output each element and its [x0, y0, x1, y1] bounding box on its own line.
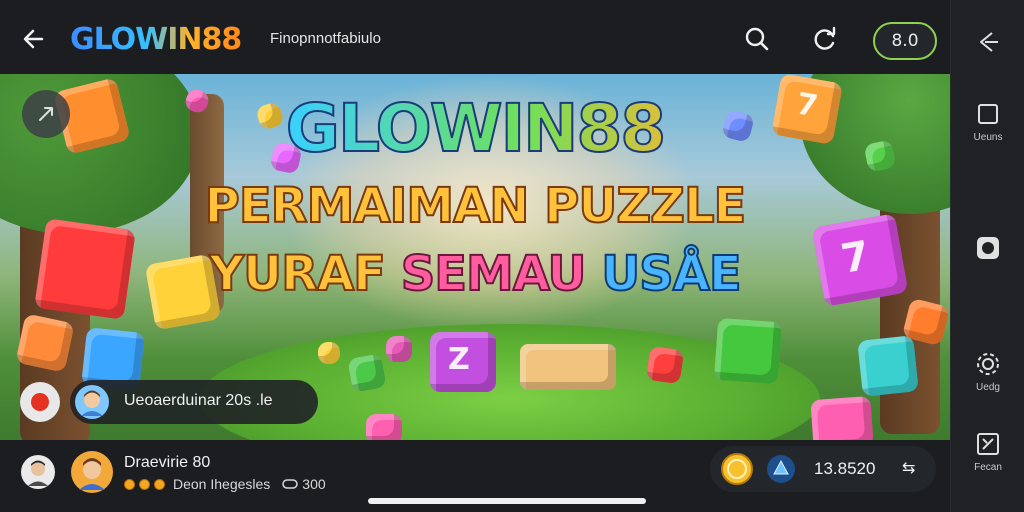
balance-pill[interactable]: 13.8520 ⇆ [710, 446, 936, 492]
bottom-bar: Draevirie 80 Deon Ihegesles 300 13.8520 … [0, 440, 950, 512]
send-icon [39, 107, 53, 121]
send-button[interactable] [22, 90, 70, 138]
coin-icon [139, 478, 150, 490]
top-bar: GLOWIN88 Finopnnotfabiulo 8.0 [0, 0, 950, 74]
back-arrow-icon[interactable] [20, 24, 50, 54]
coin-icon [154, 478, 165, 490]
player-meta-text: Deon Ihegesles [173, 476, 271, 492]
avatar[interactable] [20, 454, 56, 490]
page-subtitle: Finopnnotfabiulo [270, 30, 381, 47]
rail-item-settings[interactable]: Uedg [951, 350, 1024, 393]
gem-icon [767, 455, 795, 483]
avatar[interactable] [70, 450, 114, 494]
banner-subheadline: YURAF SEMAU USÅE [0, 245, 950, 303]
puzzle-cube [366, 414, 402, 440]
headline-word: YURAF [208, 245, 387, 303]
banner-headline: PERMAIMAN PUZZLE [204, 177, 748, 235]
puzzle-cube [318, 342, 340, 364]
refresh-icon[interactable] [810, 24, 840, 54]
record-icon [977, 237, 999, 259]
puzzle-cube: Z [430, 332, 496, 392]
live-user-chip[interactable]: Ueoaerduinar 20s .le [70, 380, 318, 424]
puzzle-cube [520, 344, 616, 390]
right-rail: Ueuns Uedg Fecan [950, 0, 1024, 512]
rail-label: Uedg [976, 382, 1000, 393]
record-button[interactable] [20, 382, 60, 422]
balance-amount: 13.8520 [814, 459, 876, 478]
coin-icon [124, 478, 135, 490]
share-icon [980, 32, 998, 52]
rail-item-close[interactable]: Fecan [951, 430, 1024, 473]
rail-share[interactable] [951, 28, 1024, 56]
puzzle-cube [857, 335, 919, 397]
gold-coin-icon [721, 453, 753, 485]
avatar [75, 385, 109, 419]
square-icon [978, 104, 998, 124]
puzzle-cube [713, 317, 783, 385]
gear-icon [977, 353, 999, 375]
live-user-text: Ueoaerduinar 20s .le [124, 392, 273, 409]
player-meta: Deon Ihegesles 300 [124, 476, 326, 492]
headline-word: SEMAU [400, 245, 588, 303]
headline-word: USÅE [600, 245, 742, 303]
rail-item-record[interactable] [951, 234, 1024, 262]
home-indicator[interactable] [368, 498, 646, 504]
search-icon[interactable] [742, 24, 772, 54]
score-badge[interactable]: 8.0 [873, 22, 937, 60]
brand-logo[interactable]: GLOWIN88 [70, 22, 242, 57]
swap-icon[interactable]: ⇆ [902, 458, 915, 477]
game-banner[interactable]: 7 7 Z GLOWIN88 PERMAIMAN PUZZLE YURAF SE… [0, 74, 950, 440]
app-window: GLOWIN88 Finopnnotfabiulo 8.0 7 Z GLOWIN… [0, 0, 1024, 512]
banner-title: GLOWIN88 [0, 89, 950, 168]
player-name: Draevirie 80 [124, 454, 211, 471]
close-box-icon [977, 433, 999, 455]
player-meta-count: 300 [302, 476, 326, 492]
puzzle-cube [645, 345, 685, 385]
gamepad-icon [282, 479, 299, 489]
rail-label: Fecan [974, 462, 1002, 473]
puzzle-cube [810, 395, 874, 440]
puzzle-cube [347, 353, 387, 393]
puzzle-cube [386, 336, 412, 362]
cube-label: Z [448, 342, 470, 377]
puzzle-cube [15, 313, 75, 373]
rail-item-square[interactable]: Ueuns [951, 100, 1024, 143]
rail-label: Ueuns [973, 132, 1003, 143]
